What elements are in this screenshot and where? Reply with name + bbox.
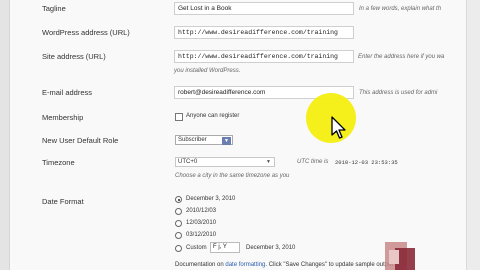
- membership-label: Membership: [42, 113, 84, 122]
- site-address-description: Enter the address here if you wa: [358, 54, 445, 60]
- chevron-down-icon: ▼: [266, 159, 271, 165]
- site-address-label: Site address (URL): [42, 52, 106, 61]
- membership-checkbox[interactable]: [175, 113, 183, 121]
- default-role-label: New User Default Role: [42, 136, 119, 145]
- date-format-doc-note: Documentation on date formatting. Click …: [175, 262, 395, 268]
- date-format-option-3: 12/03/2010: [186, 220, 217, 226]
- watermark-logo: [385, 242, 415, 270]
- doc-note-rest: . Click "Save Changes" to update sample …: [265, 262, 395, 268]
- wp-address-input[interactable]: http://www.desireadifference.com/trainin…: [174, 26, 354, 39]
- tagline-label: Tagline: [42, 4, 66, 13]
- wp-address-label: WordPress address (URL): [42, 28, 130, 37]
- date-format-custom-input[interactable]: F j, Y: [210, 242, 240, 253]
- membership-checkbox-label: Anyone can register: [186, 113, 240, 119]
- date-format-radio-2[interactable]: [175, 208, 182, 215]
- utc-time-label: UTC time is: [297, 159, 329, 165]
- utc-time-value: 2010-12-03 23:53:35: [335, 159, 398, 166]
- email-description: This address is used for admi: [359, 90, 438, 96]
- tagline-description: In a few words, explain what th: [359, 6, 442, 12]
- date-format-custom-preview: December 3, 2010: [246, 245, 296, 251]
- site-address-description-2: you installed WordPress.: [174, 68, 241, 74]
- window-frame-left: [0, 0, 10, 270]
- timezone-select[interactable]: UTC+0 ▼: [175, 157, 275, 167]
- tagline-input[interactable]: Get Lost in a Book: [174, 2, 354, 15]
- date-format-radio-1[interactable]: [175, 196, 182, 203]
- timezone-selected: UTC+0: [178, 159, 198, 165]
- date-format-label: Date Format: [42, 197, 84, 206]
- email-label: E-mail address: [42, 88, 93, 97]
- mouse-pointer-icon: [331, 116, 346, 139]
- date-format-custom-label: Custom: [186, 245, 207, 251]
- date-format-option-2: 2010/12/03: [186, 208, 217, 214]
- date-format-radio-3[interactable]: [175, 220, 182, 227]
- window-frame-right: [466, 0, 480, 270]
- timezone-description: Choose a city in the same timezone as yo…: [175, 173, 290, 179]
- timezone-label: Timezone: [42, 158, 75, 167]
- date-format-radio-4[interactable]: [175, 232, 182, 239]
- site-address-input[interactable]: http://www.desireadifference.com/trainin…: [174, 50, 354, 63]
- default-role-selected: Subscriber: [178, 137, 207, 143]
- date-format-option-1: December 3, 2010: [186, 196, 236, 202]
- date-formatting-link[interactable]: date formatting: [225, 262, 265, 268]
- chevron-down-icon: ▼: [222, 137, 231, 145]
- date-format-radio-custom[interactable]: [175, 245, 182, 252]
- doc-note-text: Documentation on: [175, 262, 224, 268]
- date-format-option-4: 03/12/2010: [186, 232, 217, 238]
- default-role-select[interactable]: Subscriber ▼: [175, 135, 233, 145]
